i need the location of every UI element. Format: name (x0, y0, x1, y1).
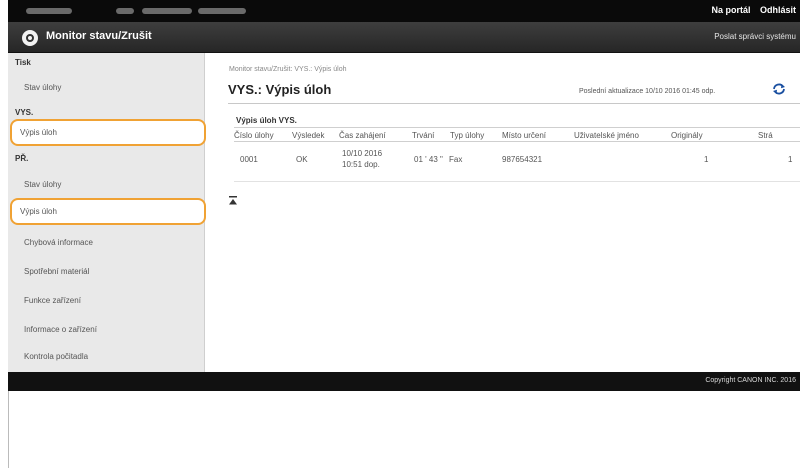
portal-link[interactable]: Na portál (711, 5, 750, 15)
page-header-title: Monitor stavu/Zrušit (46, 30, 152, 42)
divider (228, 103, 800, 104)
table-header: Číslo úlohy Výsledek Čas zahájení Trvání… (234, 127, 800, 142)
top-links: Na portál Odhlásit (704, 5, 796, 15)
refresh-icon[interactable] (772, 83, 786, 98)
sidebar-item-device-features[interactable]: Funkce zařízení (24, 296, 81, 305)
column-header-destination: Místo určení (502, 131, 547, 140)
footer: Copyright CANON INC. 2016 (8, 372, 800, 391)
sidebar-item-consumables[interactable]: Spotřební materiál (24, 267, 89, 276)
cell-job-type: Fax (449, 155, 463, 164)
column-header-start-time: Čas zahájení (339, 131, 386, 140)
column-header-pages: Strá (758, 131, 773, 140)
sidebar-item-error-info[interactable]: Chybová informace (24, 238, 93, 247)
sidebar-item-receive-job-status[interactable]: Stav úlohy (24, 180, 61, 189)
monitor-logo-icon (22, 30, 38, 46)
sidebar-item-label: Výpis úloh (20, 207, 57, 216)
page-title: VYS.: Výpis úloh (228, 82, 332, 97)
cell-job-no: 0001 (240, 155, 258, 164)
cell-result: OK (296, 155, 308, 164)
divider (8, 391, 9, 468)
cell-start-time: 10/10 2016 10:51 dop. (342, 149, 383, 169)
cell-destination: 987654321 (502, 155, 543, 164)
sidebar: Tisk Stav úlohy VYS. Výpis úloh PŘ. Stav… (8, 53, 206, 372)
sidebar-item-send-job-log[interactable]: Výpis úloh (10, 119, 206, 146)
sidebar-item-label: Výpis úloh (20, 128, 57, 137)
logout-link[interactable]: Odhlásit (760, 5, 796, 15)
main-content: Monitor stavu/Zrušit: VYS.: Výpis úloh V… (206, 53, 800, 372)
sidebar-item-receive-job-log[interactable]: Výpis úloh (10, 198, 206, 225)
copyright-text: Copyright CANON INC. 2016 (705, 377, 796, 384)
sidebar-item-device-info[interactable]: Informace o zařízení (24, 325, 97, 334)
cell-pages: 1 (788, 155, 793, 164)
first-page-icon[interactable] (229, 196, 237, 207)
mail-admin-link[interactable]: Poslat správci systému (714, 32, 796, 41)
column-header-job-type: Typ úlohy (450, 131, 485, 140)
column-header-originals: Originály (671, 131, 703, 140)
sidebar-heading-print: Tisk (15, 58, 31, 67)
sidebar-item-counter-check[interactable]: Kontrola počitadla (24, 352, 88, 361)
table-row[interactable]: 0001 OK 10/10 2016 10:51 dop. 01 ' 43 " F… (234, 142, 800, 182)
column-header-result: Výsledek (292, 131, 325, 140)
blurred-text (198, 8, 246, 14)
column-header-user-name: Uživatelské jméno (574, 131, 639, 140)
blurred-text (26, 8, 72, 14)
sidebar-heading-receive: PŘ. (15, 154, 29, 163)
last-update-text: Poslední aktualizace 10/10 2016 01:45 od… (579, 88, 716, 95)
sidebar-heading-send: VYS. (15, 108, 34, 117)
cell-duration: 01 ' 43 " (414, 155, 443, 164)
table-title: Výpis úloh VYS. (236, 116, 297, 125)
column-header-duration: Trvání (412, 131, 435, 140)
title-bar: Monitor stavu/Zrušit Poslat správci syst… (8, 22, 800, 53)
breadcrumb: Monitor stavu/Zrušit: VYS.: Výpis úloh (229, 66, 347, 73)
column-header-job-no: Číslo úlohy (234, 131, 274, 140)
cell-originals: 1 (704, 155, 709, 164)
sidebar-item-print-job-status[interactable]: Stav úlohy (24, 83, 61, 92)
blurred-text (116, 8, 134, 14)
blurred-text (142, 8, 192, 14)
top-bar: Na portál Odhlásit (8, 0, 800, 22)
